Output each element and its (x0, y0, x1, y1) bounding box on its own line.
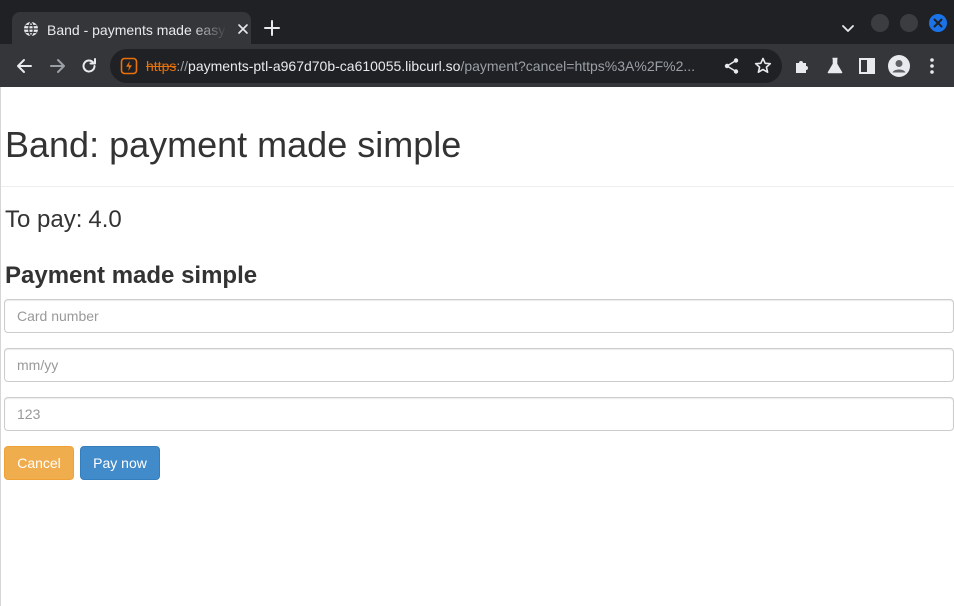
not-secure-warning-icon[interactable] (120, 57, 138, 75)
side-panel-icon[interactable] (857, 56, 877, 76)
back-arrow-icon[interactable] (15, 56, 35, 76)
url-scheme: https (146, 58, 177, 74)
browser-toolbar: https://payments-ptl-a967d70b-ca610055.l… (0, 44, 954, 87)
url-text[interactable]: https://payments-ptl-a967d70b-ca610055.l… (146, 57, 716, 75)
url-host: payments-ptl-a967d70b-ca610055.libcurl.s… (188, 58, 461, 74)
amount-value: 4.0 (88, 206, 122, 233)
close-icon (933, 18, 943, 28)
bookmark-star-icon[interactable] (753, 56, 773, 76)
window-close-button[interactable] (929, 14, 947, 32)
profile-avatar-icon[interactable] (888, 55, 910, 77)
cvc-field[interactable] (4, 397, 954, 431)
url-separator: :// (176, 58, 189, 74)
reload-icon[interactable] (79, 56, 99, 76)
tab-search-chevron-down-icon[interactable] (840, 20, 856, 36)
extensions-puzzle-icon[interactable] (793, 56, 813, 76)
pay-now-button[interactable]: Pay now (80, 446, 160, 480)
kebab-menu-icon[interactable] (922, 56, 942, 76)
window-minimize-button[interactable] (871, 14, 889, 32)
tab-title: Band - payments made easy (47, 22, 226, 38)
card-number-field[interactable] (4, 299, 954, 333)
share-icon[interactable] (722, 56, 742, 76)
cancel-button[interactable]: Cancel (4, 446, 74, 480)
page-title: Band: payment made simple (5, 124, 462, 165)
page-viewport: Band: payment made simple To pay: 4.0 Pay… (0, 87, 954, 606)
url-path: /payment?cancel=https%3A%2F%2... (460, 58, 696, 74)
address-bar[interactable]: https://payments-ptl-a967d70b-ca610055.l… (110, 49, 782, 83)
browser-titlebar: Band - payments made easy (0, 0, 954, 46)
tab-close-icon[interactable] (236, 22, 250, 36)
header-divider (1, 186, 954, 187)
globe-icon (24, 21, 38, 37)
labs-flask-icon[interactable] (825, 56, 845, 76)
payment-form-heading: Payment made simple (5, 262, 258, 289)
window-maximize-button[interactable] (900, 14, 918, 32)
browser-tab[interactable]: Band - payments made easy (12, 12, 251, 46)
amount-label: To pay: (5, 206, 83, 233)
expiry-date-field[interactable] (4, 348, 954, 382)
forward-arrow-icon[interactable] (47, 56, 67, 76)
amount-due: To pay: 4.0 (5, 206, 122, 234)
new-tab-plus-icon[interactable] (262, 18, 282, 38)
